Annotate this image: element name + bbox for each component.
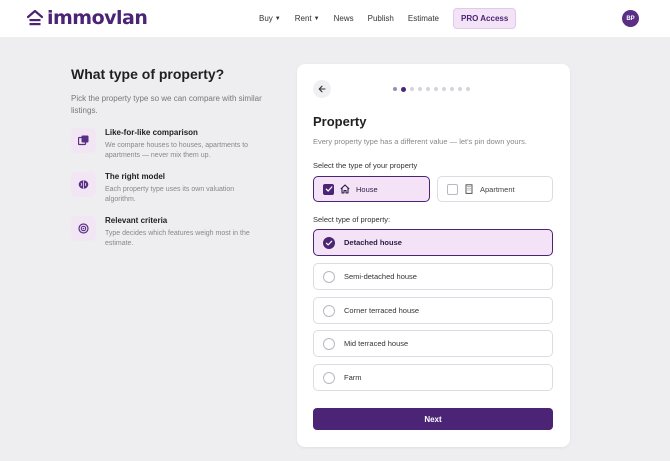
feature-desc: Type decides which features weigh most i… <box>105 230 250 247</box>
radio-unselected[interactable] <box>323 270 335 283</box>
card-subtitle: Every property type has a different valu… <box>313 137 527 146</box>
feature-desc: Each property type uses its own valuatio… <box>105 186 235 203</box>
subtype-label: Select type of property: <box>313 215 391 224</box>
building-icon <box>465 184 473 194</box>
logo-house-icon <box>27 10 43 26</box>
subtype-label-text: Semi-detached house <box>344 272 417 281</box>
nav-news-label: News <box>333 14 354 23</box>
type-label: Select the type of your property <box>313 161 418 170</box>
house-icon <box>340 184 350 194</box>
progress-dot <box>393 87 397 91</box>
check-icon <box>325 186 332 192</box>
subtype-label-text: Mid terraced house <box>344 339 409 348</box>
subtype-label-text: Detached house <box>344 238 402 247</box>
chevron-down-icon: ▼ <box>274 15 281 22</box>
progress-dot <box>434 87 438 91</box>
subtype-label-text: Farm <box>344 373 362 382</box>
main-nav: Buy ▼ Rent ▼ News Publish Estimate PRO A… <box>259 0 517 37</box>
feature-item: The right model Each property type uses … <box>71 172 286 205</box>
radio-unselected[interactable] <box>323 371 335 384</box>
pro-access-button[interactable]: PRO Access <box>453 8 517 29</box>
nav-estimate[interactable]: Estimate <box>408 14 439 23</box>
feature-desc: We compare houses to houses, apartments … <box>105 142 249 159</box>
type-house-label: House <box>356 184 378 194</box>
progress-dot <box>450 87 454 91</box>
nav-buy-label: Buy <box>259 14 273 23</box>
nav-rent[interactable]: Rent ▼ <box>295 14 320 23</box>
progress-dot <box>426 87 430 91</box>
progress-dot <box>418 87 422 91</box>
radio-unselected[interactable] <box>323 337 335 350</box>
checkbox-unchecked[interactable] <box>447 183 458 195</box>
type-option-house[interactable]: House <box>313 176 430 202</box>
progress-dot <box>442 87 446 91</box>
progress-dot <box>410 87 414 91</box>
intro-subtitle: Pick the property type so we can compare… <box>71 94 262 115</box>
nav-news[interactable]: News <box>334 14 354 23</box>
feature-item: Relevant criteria Type decides which fea… <box>71 216 286 249</box>
intro-panel: What type of property? Pick the property… <box>71 66 286 249</box>
progress-dots <box>393 86 470 92</box>
nav-rent-label: Rent <box>294 14 312 23</box>
property-form-card: Property Every property type has a diffe… <box>297 64 570 447</box>
squares-icon <box>71 128 96 153</box>
subtype-option-mid-terraced[interactable]: Mid terraced house <box>313 330 553 357</box>
arrow-left-icon <box>318 85 326 93</box>
next-button[interactable]: Next <box>313 408 553 430</box>
nav-buy[interactable]: Buy ▼ <box>259 14 281 23</box>
feature-title: Relevant criteria <box>105 216 168 225</box>
feature-item: Like-for-like comparison We compare hous… <box>71 128 286 161</box>
top-navbar: immovlan Buy ▼ Rent ▼ News Publish Estim… <box>0 0 670 37</box>
card-title: Property <box>313 114 367 129</box>
chevron-down-icon: ▼ <box>313 15 320 22</box>
check-icon <box>325 240 333 245</box>
radio-selected[interactable] <box>323 236 335 249</box>
type-apartment-label: Apartment <box>480 184 515 194</box>
target-icon <box>71 216 96 241</box>
radio-unselected[interactable] <box>323 304 335 317</box>
progress-dot <box>466 87 470 91</box>
subtype-label-text: Corner terraced house <box>344 306 420 315</box>
brain-icon <box>71 172 96 197</box>
immovlan-logo[interactable]: immovlan <box>27 7 148 29</box>
intro-title: What type of property? <box>71 66 225 82</box>
feature-title: Like-for-like comparison <box>105 128 198 137</box>
feature-title: The right model <box>105 172 165 181</box>
nav-estimate-label: Estimate <box>407 14 439 23</box>
type-option-apartment[interactable]: Apartment <box>437 176 553 202</box>
checkbox-checked[interactable] <box>323 183 334 195</box>
subtype-option-farm[interactable]: Farm <box>313 364 553 391</box>
progress-dot <box>401 86 406 92</box>
back-button[interactable] <box>313 80 331 98</box>
subtype-option-corner-terraced[interactable]: Corner terraced house <box>313 297 553 324</box>
nav-publish-label: Publish <box>367 14 394 23</box>
subtype-option-semi-detached[interactable]: Semi-detached house <box>313 263 553 290</box>
nav-publish[interactable]: Publish <box>368 14 394 23</box>
user-avatar[interactable]: BP <box>622 10 639 27</box>
progress-dot <box>458 87 462 91</box>
logo-text: immovlan <box>47 7 148 29</box>
subtype-option-detached[interactable]: Detached house <box>313 229 553 256</box>
